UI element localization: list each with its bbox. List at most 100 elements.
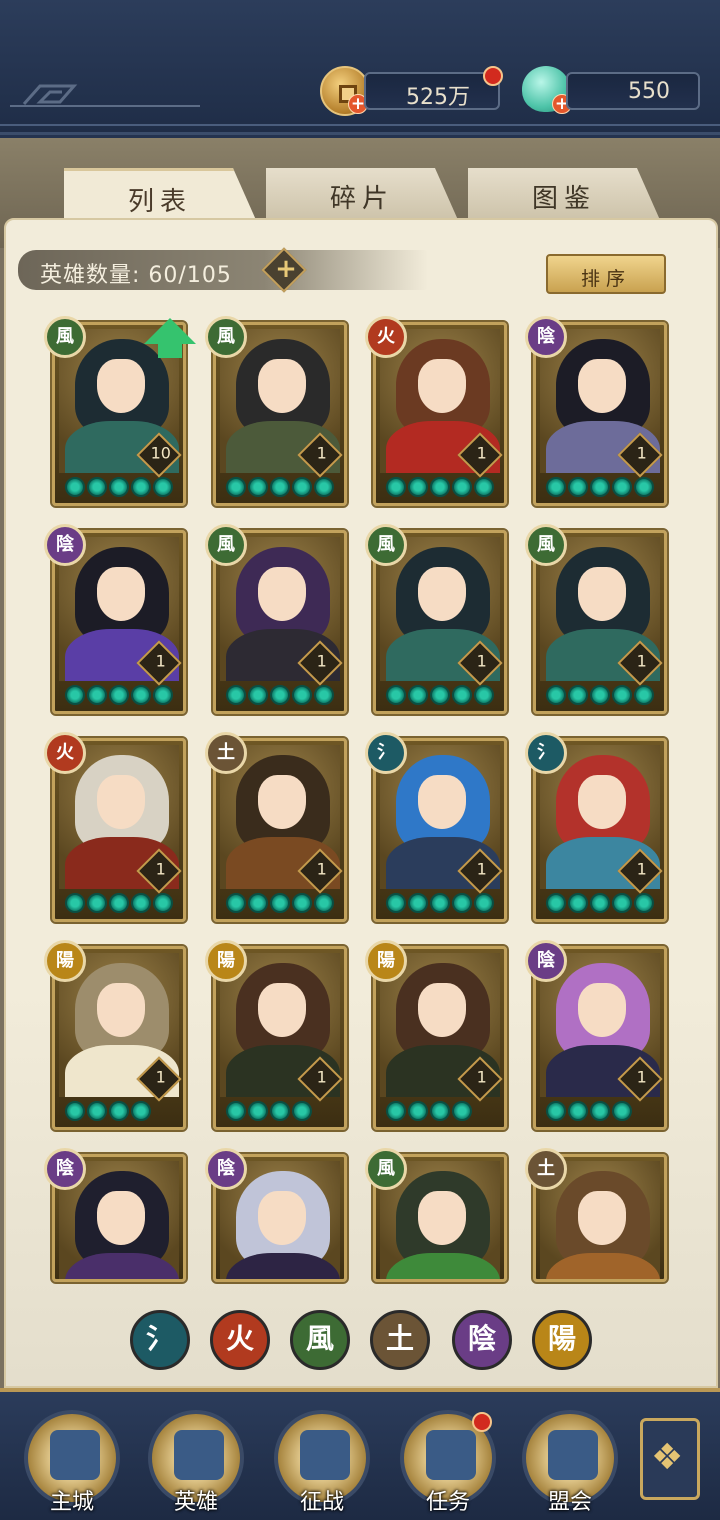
jade-star-icon [612, 893, 632, 913]
hero-level-value: 1 [636, 1067, 647, 1087]
nav-label: 任务 [425, 1490, 470, 1515]
jade-star-icon [314, 477, 334, 497]
jade-star-icon [386, 685, 406, 705]
star-rating [546, 1101, 632, 1123]
jade-star-icon [131, 1101, 151, 1121]
palace-icon [50, 1430, 100, 1480]
filter-wind-button[interactable]: 風 [290, 1310, 350, 1370]
element-water-icon: 氵 [365, 732, 407, 774]
element-yin-icon: 陰 [525, 940, 567, 982]
filter-fire-button[interactable]: 火 [210, 1310, 270, 1370]
sort-button-label: 排序 [580, 268, 631, 290]
jade-star-icon [314, 893, 334, 913]
plus-icon: + [275, 254, 297, 285]
element-wind-icon: 風 [365, 524, 407, 566]
star-rating [546, 477, 654, 499]
hero-level-value: 1 [316, 1067, 327, 1087]
jade-star-icon [634, 893, 654, 913]
hero-level-value: 1 [476, 859, 487, 879]
jade-star-icon [248, 477, 268, 497]
tab-list[interactable]: 列表 [64, 168, 256, 220]
tab-fragments[interactable]: 碎片 [266, 168, 458, 220]
element-yin-icon: 陰 [205, 1148, 247, 1190]
coins-notification-dot [483, 66, 503, 86]
jade-star-icon [131, 685, 151, 705]
jade-star-icon [612, 1101, 632, 1121]
star-rating [546, 685, 654, 707]
jade-star-icon [590, 685, 610, 705]
element-earth-icon: 土 [525, 1148, 567, 1190]
battle-icon [300, 1430, 350, 1480]
filter-yin-button[interactable]: 陰 [452, 1310, 512, 1370]
jade-star-icon [612, 685, 632, 705]
star-rating [65, 685, 173, 707]
jade-star-icon [226, 893, 246, 913]
menu-icon: ❖ [651, 1437, 684, 1478]
hero-level-value: 1 [155, 1067, 166, 1087]
jade-star-icon [292, 685, 312, 705]
hero-level-value: 1 [636, 859, 647, 879]
upgrade-available-icon [144, 318, 196, 358]
jade-star-icon [65, 1101, 85, 1121]
element-wind-icon: 風 [205, 524, 247, 566]
hero-level-value: 1 [476, 1067, 487, 1087]
jade-star-icon [612, 477, 632, 497]
jade-star-icon [270, 685, 290, 705]
jade-star-icon [109, 685, 129, 705]
element-filter-bar [0, 1306, 720, 1376]
jade-star-icon [408, 685, 428, 705]
element-yin-icon: 陰 [44, 524, 86, 566]
hero-level-value: 1 [155, 651, 166, 671]
element-wind-icon: 風 [365, 1148, 407, 1190]
hero-level-value: 1 [155, 859, 166, 879]
star-rating [226, 1101, 312, 1123]
star-rating [386, 477, 494, 499]
element-wind-icon: 風 [525, 524, 567, 566]
jade-star-icon [131, 477, 151, 497]
jade-star-icon [634, 477, 654, 497]
star-rating [65, 893, 173, 915]
jade-star-icon [292, 1101, 312, 1121]
nav-label: 主城 [49, 1490, 94, 1515]
jade-star-icon [430, 1101, 450, 1121]
jade-star-icon [568, 1101, 588, 1121]
jade-star-icon [474, 893, 494, 913]
jade-star-icon [386, 893, 406, 913]
coins-value: 525万 [406, 85, 470, 110]
jade-star-icon [65, 685, 85, 705]
jade-star-icon [452, 1101, 472, 1121]
jade-star-icon [590, 477, 610, 497]
alliance-gate-icon [548, 1430, 598, 1480]
jade-star-icon [292, 893, 312, 913]
jade-star-icon [131, 893, 151, 913]
tab-codex[interactable]: 图鉴 [468, 168, 660, 220]
hero-count-bar: 英雄数量: 60/105 [18, 250, 428, 290]
tab-codex-label: 图鉴 [531, 184, 596, 214]
top-bar [0, 0, 720, 135]
jade-star-icon [452, 893, 472, 913]
sort-button[interactable]: 排序 [546, 254, 666, 294]
jade-star-icon [430, 685, 450, 705]
jade-star-icon [452, 685, 472, 705]
element-fire-icon: 火 [44, 732, 86, 774]
hero-portrait-icon [174, 1430, 224, 1480]
jade-star-icon [65, 893, 85, 913]
filter-water-button[interactable]: 氵 [130, 1310, 190, 1370]
element-earth-icon: 土 [205, 732, 247, 774]
filter-yang-button[interactable]: 陽 [532, 1310, 592, 1370]
jade-star-icon [248, 893, 268, 913]
jade-star-icon [546, 477, 566, 497]
jade-star-icon [109, 477, 129, 497]
jade-star-icon [386, 477, 406, 497]
menu-button[interactable]: ❖ [640, 1418, 700, 1500]
nav-label: 征战 [299, 1490, 344, 1515]
filter-earth-button[interactable]: 土 [370, 1310, 430, 1370]
jade-star-icon [87, 1101, 107, 1121]
hero-level-value: 1 [476, 651, 487, 671]
hero-level-value: 10 [150, 443, 171, 463]
jade-star-icon [430, 893, 450, 913]
jade-star-icon [590, 1101, 610, 1121]
element-wind-icon: 風 [44, 316, 86, 358]
jade-star-icon [270, 1101, 290, 1121]
jade-star-icon [568, 893, 588, 913]
